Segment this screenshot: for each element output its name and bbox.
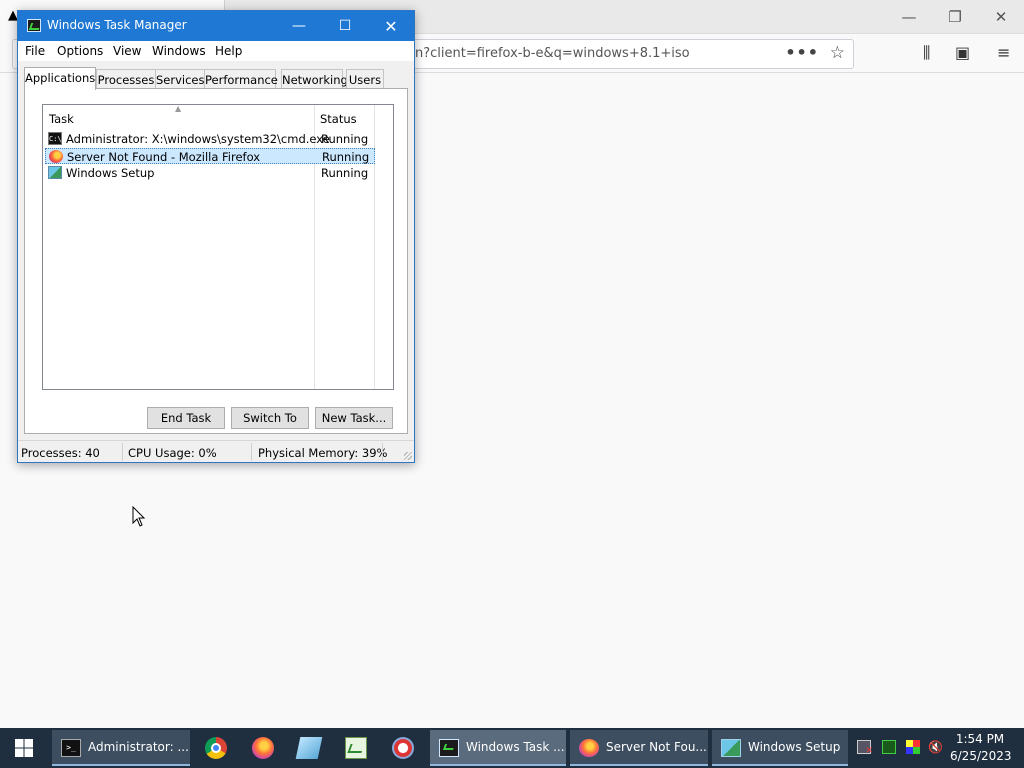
- menu-bar: File Options View Windows Help: [18, 41, 414, 61]
- firefox-minimize-button[interactable]: —: [886, 0, 932, 34]
- hamburger-menu-icon[interactable]: ≡: [997, 43, 1010, 62]
- start-button[interactable]: [0, 728, 48, 768]
- menu-view[interactable]: View: [113, 44, 141, 58]
- table-row[interactable]: C:\ Administrator: X:\windows\system32\c…: [45, 131, 375, 147]
- taskmanager-icon: [439, 739, 459, 757]
- windows-logo-icon: [15, 739, 33, 757]
- close-button[interactable]: ✕: [368, 11, 414, 41]
- url-text[interactable]: n?client=firefox-b-e&q=windows+8.1+iso: [415, 46, 690, 61]
- taskbar-label: Windows Setup: [748, 740, 841, 754]
- tab-processes[interactable]: Processes: [96, 69, 156, 89]
- taskbar-setup-button[interactable]: Windows Setup: [712, 730, 848, 766]
- clock-time[interactable]: 1:54 PM: [950, 732, 1010, 746]
- task-list[interactable]: ▲ Task Status C:\ Administrator: X:\wind…: [42, 104, 394, 390]
- maximize-button[interactable]: ☐: [322, 11, 368, 41]
- processes-count: Processes: 40: [21, 446, 100, 460]
- clock-date[interactable]: 6/25/2023: [950, 749, 1012, 763]
- display-icon[interactable]: [906, 740, 920, 754]
- task-name: Administrator: X:\windows\system32\cmd.e…: [66, 132, 330, 146]
- applications-page: ▲ Task Status C:\ Administrator: X:\wind…: [24, 88, 408, 434]
- library-icon[interactable]: ⫼: [923, 43, 930, 63]
- switch-to-button[interactable]: Switch To: [231, 407, 309, 429]
- firefox-icon: [579, 739, 599, 757]
- setup-icon: [48, 166, 62, 179]
- taskbar-label: Server Not Fou...: [606, 740, 707, 754]
- status-divider: [122, 443, 123, 461]
- window-title: Windows Task Manager: [47, 18, 187, 32]
- taskbar-label: Windows Task ...: [466, 740, 565, 754]
- end-task-button[interactable]: End Task: [147, 407, 225, 429]
- menu-options[interactable]: Options: [57, 44, 103, 58]
- notepad-icon[interactable]: [295, 737, 323, 759]
- setup-icon: [721, 739, 741, 757]
- bookmark-star-icon[interactable]: ☆: [830, 43, 845, 63]
- cmd-icon: >_: [61, 739, 81, 757]
- tab-networking[interactable]: Networking: [281, 69, 348, 89]
- firefox-close-button[interactable]: ✕: [978, 0, 1024, 34]
- volume-muted-icon[interactable]: 🔇: [928, 740, 943, 754]
- physical-memory: Physical Memory: 39%: [258, 446, 388, 460]
- taskmanager-icon[interactable]: [345, 737, 367, 759]
- sidebar-icon[interactable]: ▣: [955, 43, 970, 62]
- cpu-usage: CPU Usage: 0%: [128, 446, 217, 460]
- task-manager-window: Windows Task Manager — ☐ ✕ File Options …: [17, 10, 415, 463]
- column-task[interactable]: Task: [49, 112, 74, 126]
- chrome-icon[interactable]: [205, 737, 227, 759]
- column-status[interactable]: Status: [320, 112, 357, 126]
- tab-performance[interactable]: Performance: [204, 69, 278, 89]
- firefox-icon: [49, 150, 63, 163]
- tab-users[interactable]: Users: [346, 69, 384, 89]
- new-task-button[interactable]: New Task...: [315, 407, 393, 429]
- table-row[interactable]: Server Not Found - Mozilla Firefox Runni…: [45, 148, 375, 164]
- firefox-icon[interactable]: [252, 737, 274, 759]
- task-name: Windows Setup: [66, 166, 155, 180]
- menu-help[interactable]: Help: [215, 44, 242, 58]
- task-manager-titlebar[interactable]: Windows Task Manager — ☐ ✕: [18, 11, 414, 41]
- table-row[interactable]: Windows Setup Running: [45, 165, 375, 181]
- taskbar-cmd-button[interactable]: >_ Administrator: ...: [52, 730, 190, 766]
- status-divider: [251, 443, 252, 461]
- menu-file[interactable]: File: [25, 44, 45, 58]
- list-header: ▲ Task Status: [43, 104, 393, 131]
- sort-ascending-icon: ▲: [175, 104, 182, 113]
- status-bar: Processes: 40 CPU Usage: 0% Physical Mem…: [18, 440, 414, 462]
- cmd-icon: C:\: [48, 132, 62, 145]
- taskbar-label: Administrator: ...: [88, 740, 189, 754]
- tab-strip: Applications Processes Services Performa…: [24, 67, 408, 90]
- resize-grip-icon[interactable]: [404, 452, 412, 460]
- tab-services[interactable]: Services: [155, 69, 205, 89]
- performance-monitor-icon[interactable]: [882, 740, 896, 754]
- task-name: Server Not Found - Mozilla Firefox: [67, 150, 261, 164]
- task-status: Running: [321, 132, 369, 146]
- taskbar: >_ Administrator: ... Windows Task ... S…: [0, 728, 1024, 768]
- task-manager-icon: [27, 19, 41, 32]
- task-status: Running: [322, 150, 370, 164]
- taskbar-firefox-button[interactable]: Server Not Fou...: [570, 730, 708, 766]
- firefox-restore-button[interactable]: ❐: [932, 0, 978, 34]
- status-divider: [382, 443, 383, 461]
- task-status: Running: [321, 166, 369, 180]
- minimize-button[interactable]: —: [276, 11, 322, 41]
- paint-icon[interactable]: [392, 737, 414, 759]
- tab-applications[interactable]: Applications: [24, 67, 96, 90]
- page-actions-icon[interactable]: •••: [785, 43, 819, 62]
- taskbar-taskmanager-button[interactable]: Windows Task ...: [430, 730, 566, 766]
- network-disconnected-icon[interactable]: ✕: [857, 740, 873, 756]
- menu-windows[interactable]: Windows: [152, 44, 206, 58]
- mouse-cursor-icon: [132, 506, 146, 527]
